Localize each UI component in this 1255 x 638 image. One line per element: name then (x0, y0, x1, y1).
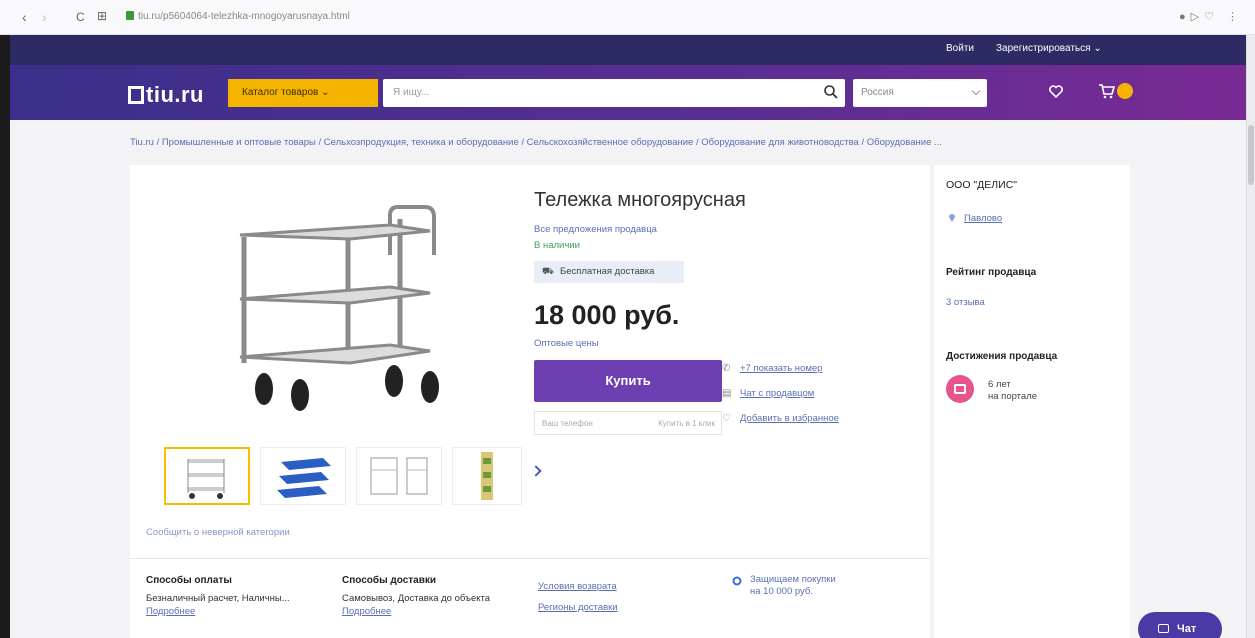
payment-text: Безналичный расчет, Наличны... (146, 593, 290, 604)
left-edge-strip (0, 35, 10, 638)
register-label: Зарегистрироваться (996, 43, 1091, 54)
payment-more-link[interactable]: Подробнее (146, 606, 290, 617)
achievement-caption: на портале (988, 391, 1038, 402)
cart-icon[interactable] (1098, 83, 1116, 102)
chat-seller-label: Чат с продавцом (740, 388, 815, 399)
shield-icon (732, 576, 742, 590)
one-click-button[interactable]: Купить в 1 клик (658, 419, 715, 428)
truck-icon: ⛟ (542, 266, 554, 277)
heart-outline-icon: ♡ (722, 413, 731, 424)
chevron-right-icon[interactable] (530, 465, 542, 477)
thumbnail-1[interactable] (164, 447, 250, 505)
buy-button[interactable]: Купить (534, 360, 722, 402)
phone-input[interactable]: Ваш телефон Купить в 1 клик (534, 411, 722, 435)
register-link[interactable]: Зарегистрироваться ⌄ (996, 43, 1102, 54)
search-input[interactable]: Я ищу... (383, 79, 845, 107)
catalog-button[interactable]: Каталог товаров ⌄ (228, 79, 378, 107)
free-delivery-badge: ⛟ Бесплатная доставка (534, 261, 684, 283)
achievement-text: 6 лет на портале (988, 379, 1037, 403)
availability-status: В наличии (534, 240, 580, 251)
chat-icon: ▤ (722, 388, 732, 399)
grid-button[interactable]: ⊞ (97, 9, 107, 23)
seller-panel: ООО "ДЕЛИС" Павлово Рейтинг продавца 3 о… (934, 165, 1130, 638)
catalog-label: Каталог товаров (242, 87, 319, 98)
show-phone-label: +7 показать номер (740, 363, 823, 374)
guard-line-2: на 10 000 руб. (750, 586, 813, 597)
payment-info: Способы оплаты Безналичный расчет, Налич… (146, 575, 290, 617)
thumbnail-4[interactable] (452, 447, 522, 505)
site-topbar: Войти Зарегистрироваться ⌄ (10, 35, 1246, 65)
search-placeholder: Я ищу... (393, 87, 430, 98)
browser-extension-icons[interactable]: ●▷♡ ⋮ (1179, 10, 1243, 23)
chevron-down-icon (971, 86, 981, 96)
delivery-badge-label: Бесплатная доставка (559, 266, 655, 277)
map-pin-icon (948, 212, 956, 226)
cart-count-badge (1117, 83, 1133, 99)
chat-button[interactable]: Чат (1138, 612, 1222, 638)
reload-button[interactable]: C (76, 10, 85, 24)
product-price: 18 000 руб. (534, 300, 680, 330)
chat-button-label: Чат (1177, 623, 1197, 635)
seller-name[interactable]: ООО "ДЕЛИС" (946, 179, 1017, 191)
breadcrumb[interactable]: Tiu.ru / Промышленные и оптовые товары /… (130, 137, 1130, 148)
region-select[interactable]: Россия (853, 79, 987, 107)
seller-city-link[interactable]: Павлово (964, 213, 1002, 224)
purchase-protection[interactable]: Защищаем покупки на 10 000 руб. (732, 574, 836, 598)
report-category-link[interactable]: Сообщить о неверной категории (146, 527, 290, 538)
achievement-years: 6 лет (988, 379, 1011, 390)
product-main-image[interactable] (230, 195, 460, 425)
add-favorite-label: Добавить в избранное (740, 413, 839, 424)
address-text: tiu.ru/p5604064-telezhka-mnogoyarusnaya.… (138, 11, 350, 22)
chat-seller-link[interactable]: ▤ Чат с продавцом (722, 388, 815, 399)
achievement-badge-icon (946, 375, 974, 403)
browser-toolbar: ‹ › C ⊞ tiu.ru/p5604064-telezhka-mnogoya… (0, 0, 1255, 35)
return-conditions-link[interactable]: Условия возврата (538, 581, 617, 592)
section-divider (130, 558, 930, 559)
site-header: tiu.ru Каталог товаров ⌄ Я ищу... Россия (10, 65, 1246, 120)
delivery-regions-link[interactable]: Регионы доставки (538, 602, 618, 613)
phone-placeholder: Ваш телефон (542, 419, 593, 428)
seller-offers-link[interactable]: Все предложения продавца (534, 224, 657, 235)
address-bar[interactable]: tiu.ru/p5604064-telezhka-mnogoyarusnaya.… (126, 8, 1116, 26)
thumbnail-2[interactable] (260, 447, 346, 505)
delivery-info: Способы доставки Самовывоз, Доставка до … (342, 575, 490, 617)
rating-heading: Рейтинг продавца (946, 267, 1037, 278)
payment-heading: Способы оплаты (146, 575, 232, 586)
scrollbar-thumb[interactable] (1248, 125, 1254, 185)
thumbnail-3[interactable] (356, 447, 442, 505)
delivery-heading: Способы доставки (342, 575, 437, 586)
logo-mark (128, 86, 144, 104)
delivery-more-link[interactable]: Подробнее (342, 606, 490, 617)
back-button[interactable]: ‹ (22, 9, 27, 25)
search-icon[interactable] (823, 84, 839, 103)
scrollbar[interactable] (1246, 35, 1255, 638)
reviews-link[interactable]: 3 отзыва (946, 297, 985, 308)
product-title: Тележка многоярусная (534, 189, 746, 211)
wholesale-prices-link[interactable]: Оптовые цены (534, 338, 599, 349)
login-link[interactable]: Войти (946, 43, 974, 54)
lock-icon (126, 11, 134, 20)
guard-line-1: Защищаем покупки (750, 574, 836, 585)
logo-text: tiu.ru (146, 82, 204, 107)
achievements-heading: Достижения продавца (946, 351, 1058, 362)
chat-bubble-icon (1158, 624, 1169, 633)
product-card: Сообщить о неверной категории Тележка мн… (130, 165, 930, 638)
site-logo[interactable]: tiu.ru (128, 82, 204, 108)
phone-icon: ✆ (722, 363, 731, 374)
add-favorite-link[interactable]: ♡ Добавить в избранное (722, 413, 839, 424)
gift-icon (954, 384, 966, 394)
region-value: Россия (861, 87, 894, 98)
show-phone-link[interactable]: ✆ +7 показать номер (722, 363, 823, 374)
forward-button[interactable]: › (42, 9, 47, 25)
heart-icon[interactable] (1049, 85, 1063, 101)
delivery-text: Самовывоз, Доставка до объекта (342, 593, 491, 604)
